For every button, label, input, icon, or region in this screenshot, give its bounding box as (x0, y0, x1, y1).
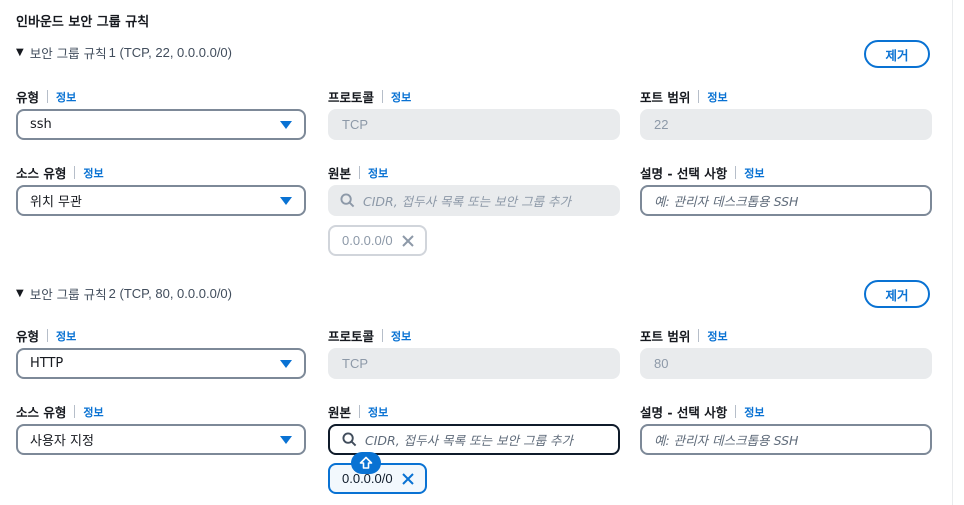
source-label: 원본 정보 (328, 402, 388, 421)
search-icon (342, 432, 357, 447)
close-icon[interactable] (401, 472, 415, 486)
info-link[interactable]: 정보 (744, 404, 764, 420)
divider (359, 405, 361, 418)
divider (359, 166, 361, 179)
protocol-label: 프로토콜 정보 (328, 326, 411, 345)
panel-border (952, 0, 953, 505)
source-type-label-text: 소스 유형 (16, 405, 67, 420)
divider (47, 90, 49, 103)
divider (47, 329, 49, 342)
source-type-label: 소스 유형 정보 (16, 402, 104, 421)
description-placeholder: 예: 관리자 데스크톱용 SSH (654, 433, 799, 448)
port-range-field: 22 (640, 109, 932, 140)
section-title: 인바운드 보안 그룹 규칙 (16, 15, 150, 30)
cidr-token-value: 0.0.0.0/0 (342, 233, 393, 248)
info-link[interactable]: 정보 (391, 89, 411, 105)
rule-header-2[interactable]: ▼ 보안 그룹 규칙 2 (TCP, 80, 0.0.0.0/0) (16, 284, 232, 303)
source-type-label: 소스 유형 정보 (16, 163, 104, 182)
type-label: 유형 정보 (16, 326, 76, 345)
divider (74, 166, 76, 179)
divider (382, 329, 384, 342)
type-select[interactable]: ssh (16, 109, 306, 140)
rule-header-1[interactable]: ▼ 보안 그룹 규칙 1 (TCP, 22, 0.0.0.0/0) (16, 43, 232, 62)
source-search-placeholder: CIDR, 접두사 목록 또는 보안 그룹 추가 (363, 194, 572, 209)
type-select[interactable]: HTTP (16, 348, 306, 379)
port-range-label: 포트 범위 정보 (640, 87, 728, 106)
type-select-value: HTTP (30, 356, 64, 371)
protocol-label-text: 프로토콜 (328, 329, 375, 344)
source-type-select-value: 위치 무관 (30, 195, 82, 210)
source-search-input[interactable]: CIDR, 접두사 목록 또는 보안 그룹 추가 (328, 424, 620, 455)
caret-down-icon (280, 196, 292, 205)
source-search-input[interactable]: CIDR, 접두사 목록 또는 보안 그룹 추가 (328, 185, 620, 216)
rule-header-prefix: 보안 그룹 규칙 (29, 46, 107, 61)
search-icon (340, 193, 355, 208)
info-link[interactable]: 정보 (56, 89, 76, 105)
description-label: 설명 - 선택 사항 정보 (640, 163, 765, 182)
divider (735, 166, 737, 179)
expand-triangle-icon: ▼ (16, 47, 24, 58)
description-label-text: 설명 - 선택 사항 (640, 166, 728, 181)
info-link[interactable]: 정보 (56, 328, 76, 344)
protocol-field: TCP (328, 348, 620, 379)
type-label-text: 유형 (16, 329, 40, 344)
source-label-text: 원본 (328, 405, 352, 420)
info-link[interactable]: 정보 (83, 165, 103, 181)
divider (735, 405, 737, 418)
source-label-text: 원본 (328, 166, 352, 181)
rule-header-prefix: 보안 그룹 규칙 (29, 287, 107, 302)
source-type-label-text: 소스 유형 (16, 166, 67, 181)
description-input[interactable]: 예: 관리자 데스크톱용 SSH (640, 424, 932, 455)
shift-arrow-icon (351, 452, 381, 474)
divider (698, 90, 700, 103)
protocol-field: TCP (328, 109, 620, 140)
info-link[interactable]: 정보 (707, 328, 727, 344)
divider (382, 90, 384, 103)
remove-rule-2-button[interactable]: 제거 (864, 280, 930, 308)
type-label: 유형 정보 (16, 87, 76, 106)
info-link[interactable]: 정보 (744, 165, 764, 181)
source-type-select-value: 사용자 지정 (30, 434, 94, 449)
protocol-label: 프로토콜 정보 (328, 87, 411, 106)
source-label: 원본 정보 (328, 163, 388, 182)
description-label-text: 설명 - 선택 사항 (640, 405, 728, 420)
caret-down-icon (280, 359, 292, 368)
source-type-select[interactable]: 사용자 지정 (16, 424, 306, 455)
info-link[interactable]: 정보 (83, 404, 103, 420)
port-range-label: 포트 범위 정보 (640, 326, 728, 345)
rule-header-meta: 1 (TCP, 22, 0.0.0.0/0) (108, 45, 232, 60)
description-placeholder: 예: 관리자 데스크톱용 SSH (654, 194, 799, 209)
source-search-placeholder: CIDR, 접두사 목록 또는 보안 그룹 추가 (365, 433, 574, 448)
type-label-text: 유형 (16, 90, 40, 105)
close-icon[interactable] (401, 234, 415, 248)
port-range-label-text: 포트 범위 (640, 90, 691, 105)
cidr-token: 0.0.0.0/0 (328, 225, 427, 256)
description-input[interactable]: 예: 관리자 데스크톱용 SSH (640, 185, 932, 216)
type-select-value: ssh (30, 117, 52, 132)
caret-down-icon (280, 120, 292, 129)
info-link[interactable]: 정보 (707, 89, 727, 105)
divider (698, 329, 700, 342)
expand-triangle-icon: ▼ (16, 288, 24, 299)
info-link[interactable]: 정보 (368, 165, 388, 181)
divider (74, 405, 76, 418)
description-label: 설명 - 선택 사항 정보 (640, 402, 765, 421)
caret-down-icon (280, 435, 292, 444)
source-type-select[interactable]: 위치 무관 (16, 185, 306, 216)
protocol-label-text: 프로토콜 (328, 90, 375, 105)
rule-header-meta: 2 (TCP, 80, 0.0.0.0/0) (108, 286, 232, 301)
port-range-field: 80 (640, 348, 932, 379)
info-link[interactable]: 정보 (368, 404, 388, 420)
remove-rule-1-button[interactable]: 제거 (864, 40, 930, 68)
port-range-label-text: 포트 범위 (640, 329, 691, 344)
info-link[interactable]: 정보 (391, 328, 411, 344)
